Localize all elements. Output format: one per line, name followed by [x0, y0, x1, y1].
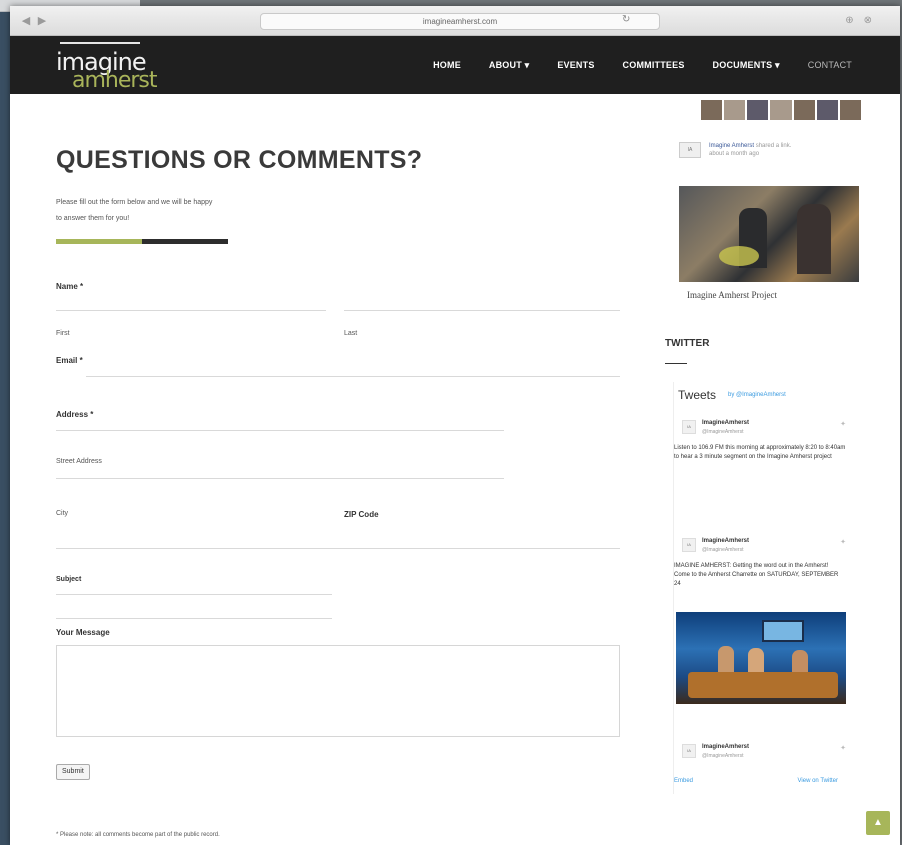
twitter-footer: Embed View on Twitter	[674, 778, 852, 784]
footnote: * Please note: all comments become part …	[56, 832, 220, 838]
submit-button[interactable]: Submit	[56, 764, 90, 780]
tweet-tv-studio-photo[interactable]	[676, 612, 846, 704]
address-label: Address *	[56, 410, 94, 419]
street-address-input[interactable]	[56, 430, 504, 431]
twitter-bird-icon: ✦	[840, 421, 846, 428]
facebook-friend-thumbnails[interactable]	[701, 100, 861, 120]
email-label: Email *	[56, 356, 83, 365]
facebook-avatar[interactable]: IA	[679, 142, 701, 158]
embed-link[interactable]: Embed	[674, 778, 693, 784]
tweet-handle[interactable]: @ImagineAmherst	[702, 547, 743, 553]
site-logo[interactable]: imagine amherst	[56, 40, 166, 93]
browser-window: ◀ ▶ imagineamherst.com ↻ ⊕⊗ imagine amhe…	[10, 6, 900, 845]
meeting-photo[interactable]	[679, 186, 859, 282]
nav-documents[interactable]: DOCUMENTS ▾	[713, 60, 780, 71]
first-name-input[interactable]	[56, 310, 326, 311]
message-textarea[interactable]	[56, 645, 620, 737]
first-name-sublabel: First	[56, 330, 70, 337]
twitter-bird-icon: ✦	[840, 745, 846, 752]
tweet-text: IMAGINE AMHERST: Getting the word out in…	[674, 563, 839, 587]
tweet-handle[interactable]: @ImagineAmherst	[702, 429, 743, 435]
twitter-timeline: Tweets by @ImagineAmherst IA ImagineAmhe…	[673, 382, 853, 794]
browser-toolbar: ◀ ▶ imagineamherst.com ↻ ⊕⊗	[10, 6, 900, 36]
tweet-handle[interactable]: @ImagineAmherst	[702, 753, 743, 759]
last-name-sublabel: Last	[344, 330, 358, 337]
facebook-post-author[interactable]: Imagine Amherst	[709, 143, 754, 149]
tweet-author[interactable]: ImagineAmherst	[702, 744, 749, 750]
tweets-by-link[interactable]: by @ImagineAmherst	[728, 392, 786, 398]
zip-sublabel: ZIP Code	[344, 510, 379, 519]
address-bar[interactable]: imagineamherst.com	[260, 13, 660, 30]
page-title: QUESTIONS OR COMMENTS?	[56, 146, 423, 174]
back-icon[interactable]: ◀	[20, 15, 32, 27]
chevron-up-icon[interactable]: ▲	[866, 811, 890, 835]
site-header: imagine amherst HOME ABOUT ▾ EVENTS COMM…	[10, 36, 900, 94]
subject-input-underline	[56, 618, 332, 619]
tweet-text: Listen to 106.9 FM this morning at appro…	[674, 445, 846, 460]
tweet-avatar[interactable]: IA	[682, 744, 696, 758]
photo-caption[interactable]: Imagine Amherst Project	[687, 290, 777, 300]
facebook-post-time: about a month ago	[709, 151, 760, 157]
street-address-sublabel: Street Address	[56, 458, 102, 465]
section-divider	[56, 239, 228, 244]
tweet-author[interactable]: ImagineAmherst	[702, 420, 749, 426]
name-label: Name *	[56, 282, 84, 291]
subject-input[interactable]	[56, 594, 332, 595]
nav-about[interactable]: ABOUT ▾	[489, 60, 529, 71]
nav-events[interactable]: EVENTS	[557, 60, 594, 70]
last-name-input[interactable]	[344, 310, 620, 311]
tweets-title: Tweets	[678, 388, 717, 402]
twitter-heading: TWITTER	[665, 338, 710, 349]
subject-label: Subject	[56, 576, 82, 583]
message-label: Your Message	[56, 628, 110, 637]
city-zip-input[interactable]	[56, 548, 620, 549]
email-input[interactable]	[86, 376, 620, 377]
contact-form-section: QUESTIONS OR COMMENTS? Please fill out t…	[56, 100, 626, 838]
facebook-post-meta: shared a link.	[755, 143, 792, 149]
tweet-avatar[interactable]: IA	[682, 538, 696, 552]
nav-home[interactable]: HOME	[433, 60, 461, 70]
address-line2-input[interactable]	[56, 478, 504, 479]
intro-text: Please fill out the form below and we wi…	[56, 199, 213, 222]
nav-contact[interactable]: CONTACT	[808, 60, 852, 70]
city-sublabel: City	[56, 510, 69, 517]
nav-committees[interactable]: COMMITTEES	[623, 60, 685, 70]
reload-icon[interactable]: ↻	[622, 14, 630, 25]
tweet-avatar[interactable]: IA	[682, 420, 696, 434]
twitter-heading-rule	[665, 363, 687, 364]
main-nav: HOME ABOUT ▾ EVENTS COMMITTEES DOCUMENTS…	[433, 36, 852, 94]
twitter-bird-icon: ✦	[840, 539, 846, 546]
tweet-author[interactable]: ImagineAmherst	[702, 538, 749, 544]
logo-word-amherst: amherst	[72, 68, 158, 93]
view-on-twitter-link[interactable]: View on Twitter	[798, 778, 838, 784]
forward-icon[interactable]: ▶	[36, 15, 48, 27]
window-controls[interactable]: ⊕⊗	[845, 15, 882, 26]
